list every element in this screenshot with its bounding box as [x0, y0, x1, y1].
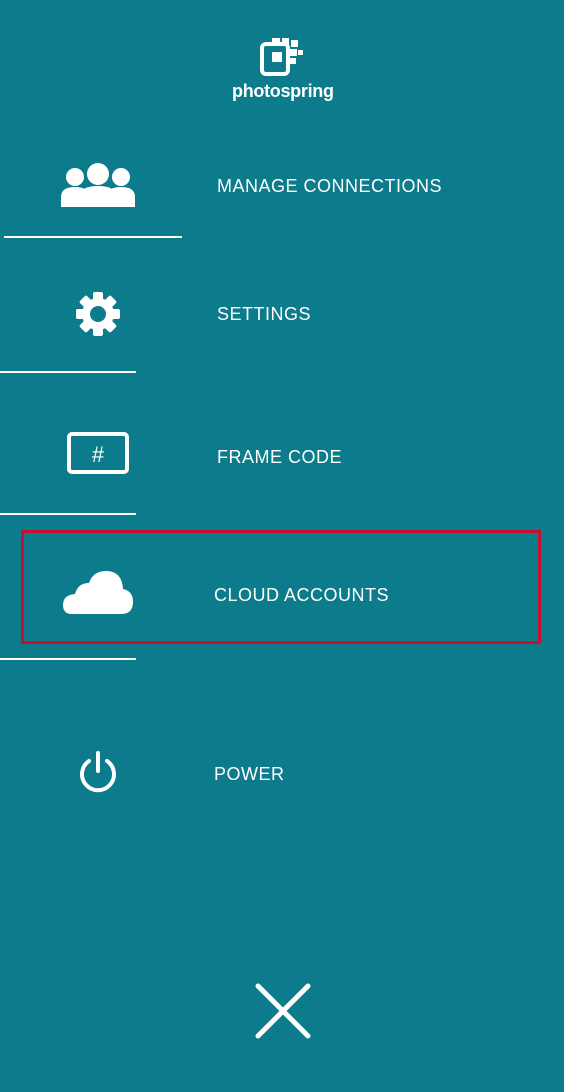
menu-item-label: POWER	[214, 764, 285, 784]
gear-icon	[48, 284, 148, 344]
divider	[0, 513, 136, 515]
close-button[interactable]	[252, 980, 316, 1044]
menu-item-label: MANAGE CONNECTIONS	[217, 176, 443, 196]
menu-item-manage-connections[interactable]: MANAGE CONNECTIONS	[0, 130, 564, 240]
photospring-logo-icon	[260, 38, 303, 76]
menu-item-label: SETTINGS	[217, 304, 312, 324]
menu-item-power[interactable]: POWER	[0, 718, 564, 828]
menu-item-label: CLOUD ACCOUNTS	[214, 585, 390, 605]
frame-code-icon: #	[48, 424, 148, 484]
menu-item-label: FRAME CODE	[217, 447, 343, 467]
cloud-icon	[48, 562, 148, 622]
close-icon	[255, 983, 311, 1039]
power-icon	[48, 742, 148, 802]
users-icon	[48, 155, 148, 215]
divider	[0, 371, 136, 373]
app-logo: photospring	[232, 38, 334, 108]
divider	[0, 658, 136, 660]
frame-code-symbol: #	[92, 442, 105, 467]
menu-item-cloud-accounts[interactable]: CLOUD ACCOUNTS	[0, 540, 564, 650]
brand-name: photospring	[232, 81, 334, 101]
menu-item-frame-code[interactable]: # FRAME CODE	[0, 400, 564, 510]
menu-item-settings[interactable]: SETTINGS	[0, 258, 564, 368]
divider	[4, 236, 182, 238]
